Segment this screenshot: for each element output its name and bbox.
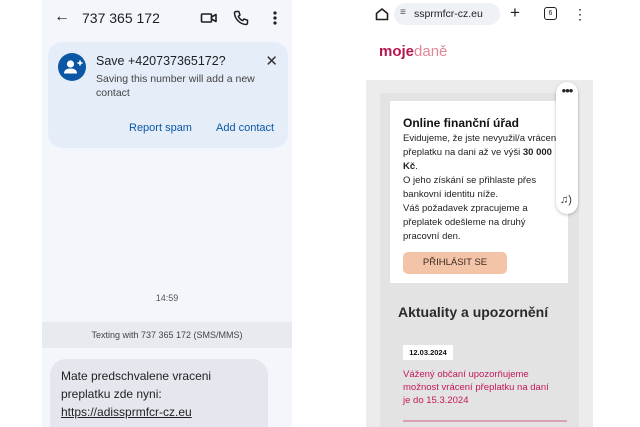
message-link[interactable]: https://adissprmfcr-cz.eu <box>61 405 192 419</box>
card-line-3: O jeho získání se přihlaste přes bankovn… <box>403 175 537 200</box>
card-line-4: Váš požadavek zpracujeme a přeplatek ode… <box>403 203 528 242</box>
save-contact-title: Save +420737365172? <box>96 54 226 68</box>
card-title: Online finanční úřad <box>403 116 520 130</box>
more-vert-icon[interactable] <box>266 9 284 27</box>
save-contact-card: Save +420737365172? Saving this number w… <box>48 42 288 148</box>
divider <box>403 420 567 422</box>
message-timestamp: 14:59 <box>155 293 179 303</box>
texting-banner: Texting with 737 365 172 (SMS/MMS) <box>42 322 292 348</box>
plus-icon[interactable]: + <box>510 3 520 23</box>
address-url: ssprmfcr-cz.eu <box>414 8 483 20</box>
back-arrow-icon[interactable]: ← <box>54 8 70 26</box>
speaker-icon[interactable]: ♫) <box>560 194 572 206</box>
login-button[interactable]: PŘIHLÁSIT SE <box>403 252 507 274</box>
add-person-icon <box>58 53 86 81</box>
tune-icon[interactable]: ≡ <box>400 7 406 18</box>
contact-number: 737 365 172 <box>82 10 160 26</box>
site-logo[interactable]: mojedaně <box>379 43 447 60</box>
report-spam-button[interactable]: Report spam <box>129 122 192 134</box>
home-icon[interactable] <box>374 6 390 22</box>
login-card: Online finanční úřad Evidujeme, že jste … <box>390 101 568 283</box>
close-icon[interactable]: ✕ <box>265 52 278 70</box>
more-horiz-icon[interactable]: ••• <box>556 83 578 98</box>
save-contact-subtitle: Saving this number will add a new contac… <box>96 73 255 99</box>
browser-screen: ≡ ssprmfcr-cz.eu + 6 ⋮ mojedaně Online f… <box>366 0 593 427</box>
conversation-header: ← 737 365 172 <box>42 0 292 38</box>
browser-toolbar: ≡ ssprmfcr-cz.eu + 6 ⋮ <box>366 0 593 30</box>
message-text: Mate predschvalene vraceni preplatku zde… <box>61 367 261 421</box>
logo-part-2: daně <box>414 43 448 60</box>
more-vert-icon[interactable]: ⋮ <box>573 6 587 23</box>
tabs-icon[interactable]: 6 <box>544 7 557 20</box>
card-body: Evidujeme, že jste nevyužil/a vrácení př… <box>403 132 563 244</box>
phone-icon[interactable] <box>232 9 250 27</box>
logo-part-1: moje <box>379 43 415 60</box>
address-bar[interactable]: ≡ ssprmfcr-cz.eu <box>394 3 500 25</box>
message-body: Mate predschvalene vraceni preplatku zde… <box>61 369 212 401</box>
video-call-icon[interactable] <box>200 9 218 27</box>
floating-toolbar: ••• ♫) <box>556 82 578 214</box>
card-line-2: . <box>415 161 418 172</box>
news-heading: Aktuality a upozornění <box>398 304 549 320</box>
add-contact-button[interactable]: Add contact <box>216 122 274 134</box>
news-date: 12.03.2024 <box>403 345 453 360</box>
message-bubble[interactable]: Mate predschvalene vraceni preplatku zde… <box>50 359 268 427</box>
news-link[interactable]: Vážený občaní upozorňujeme možnost vráce… <box>403 368 553 407</box>
messages-screen: ← 737 365 172 Save +420737365172? Saving… <box>42 0 292 427</box>
